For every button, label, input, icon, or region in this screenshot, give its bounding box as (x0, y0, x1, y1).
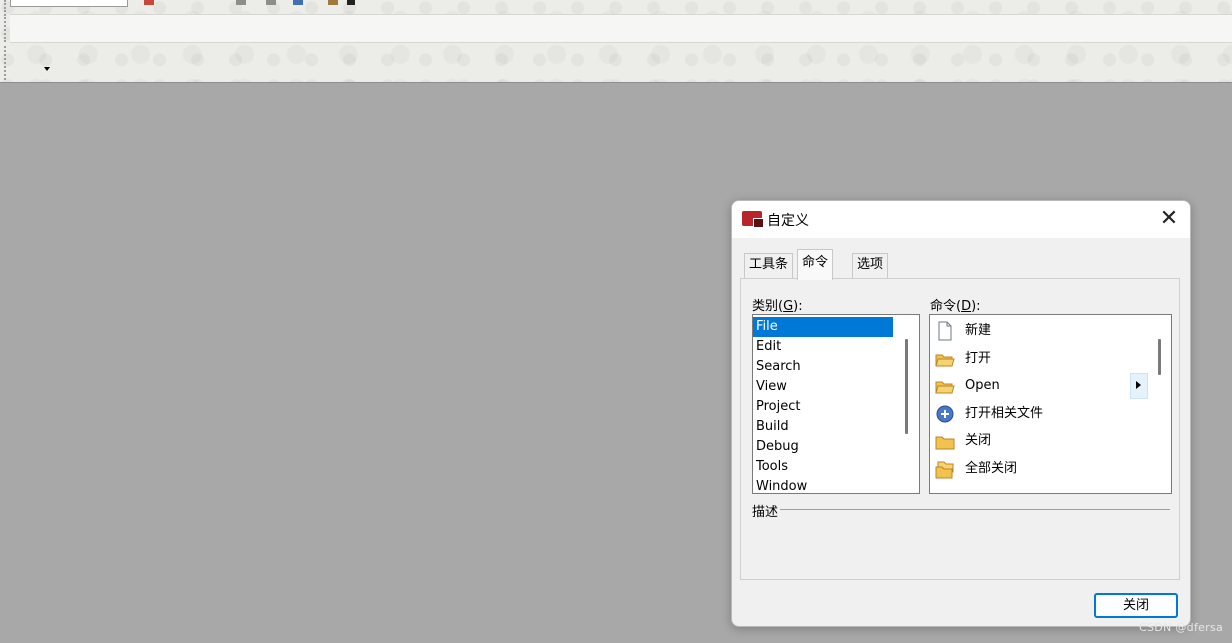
app-logo-icon (742, 211, 764, 228)
close-button[interactable]: 关闭 (1094, 593, 1178, 618)
close-folder-icon (935, 436, 955, 450)
open-related-file-icon (936, 405, 954, 422)
command-item-open[interactable]: 打开 (930, 345, 1171, 373)
list-item[interactable]: Edit (753, 337, 919, 357)
toolbar-grip[interactable] (4, 14, 9, 42)
toolbar-area (0, 0, 1232, 83)
toolbar-button-icon[interactable] (236, 0, 246, 5)
list-item[interactable]: Tools (753, 457, 919, 477)
dialog-title: 自定义 (767, 213, 809, 229)
description-label: 描述 (752, 505, 779, 520)
command-label: Open (965, 378, 1000, 393)
scrollbar-thumb[interactable] (1158, 339, 1161, 375)
open-folder-icon (935, 354, 955, 366)
close-all-icon (935, 461, 954, 478)
tab-label: 工具条 (749, 257, 789, 272)
categories-listbox[interactable]: File Edit Search View Project Build Debu… (752, 314, 920, 494)
toolbar-grip[interactable] (4, 0, 9, 12)
toolbar-button-icon[interactable] (347, 0, 355, 5)
toolbar-button-icon[interactable] (328, 0, 338, 5)
list-item[interactable]: Search (753, 357, 919, 377)
list-item[interactable]: Project (753, 397, 919, 417)
categories-label: 类别(G): (752, 299, 803, 314)
command-label: 关闭 (965, 433, 992, 448)
list-item[interactable]: Window (753, 477, 919, 493)
command-item-open-related[interactable]: 打开相关文件 (930, 400, 1171, 428)
toolbar-dropdown-arrow-icon[interactable] (44, 67, 50, 71)
tab-panel-commands: 类别(G): File Edit Search View Project Bui… (740, 278, 1180, 580)
toolbar-button-icon[interactable] (293, 0, 303, 5)
list-item[interactable]: Debug (753, 437, 919, 457)
toolbar-button-icon[interactable] (266, 0, 276, 5)
dialog-titlebar[interactable]: 自定义 ✕ (732, 201, 1190, 238)
tab-label: 命令 (802, 255, 829, 270)
command-item-close[interactable]: 关闭 (930, 427, 1171, 455)
commands-label: 命令(D): (930, 299, 981, 314)
toolbar-band (10, 14, 1232, 43)
command-item-new[interactable]: 新建 (930, 317, 1171, 345)
command-label: 新建 (965, 323, 992, 338)
list-item[interactable]: View (753, 377, 919, 397)
command-label: 打开相关文件 (965, 405, 1044, 421)
tab-commands[interactable]: 命令 (797, 249, 834, 280)
command-item-close-all[interactable]: 全部关闭 (930, 455, 1171, 483)
close-icon[interactable]: ✕ (1156, 207, 1182, 233)
description-divider (780, 509, 1170, 510)
open-folder-icon (935, 381, 955, 394)
command-label: 全部关闭 (965, 460, 1018, 476)
tab-options[interactable]: 选项 (852, 253, 889, 278)
tab-label: 选项 (857, 257, 884, 272)
list-item[interactable]: Build (753, 417, 919, 437)
toolbar-grip[interactable] (4, 46, 9, 80)
command-label: 打开 (965, 350, 992, 366)
new-file-icon (938, 321, 952, 341)
submenu-arrow-icon[interactable] (1130, 373, 1148, 399)
tab-toolbars[interactable]: 工具条 (744, 253, 794, 278)
watermark-text: CSDN @dfersa (1139, 621, 1224, 634)
list-item[interactable]: File (753, 317, 893, 337)
scrollbar-thumb[interactable] (905, 339, 908, 434)
commands-listbox[interactable]: 新建 打开 Open 打开相关文件 关闭 全部关闭 (929, 314, 1172, 494)
customize-dialog: 自定义 ✕ 工具条 命令 选项 类别(G): File Edit Search … (731, 200, 1191, 627)
toolbar-combo-box[interactable] (10, 0, 128, 7)
build-icon[interactable] (144, 0, 154, 5)
